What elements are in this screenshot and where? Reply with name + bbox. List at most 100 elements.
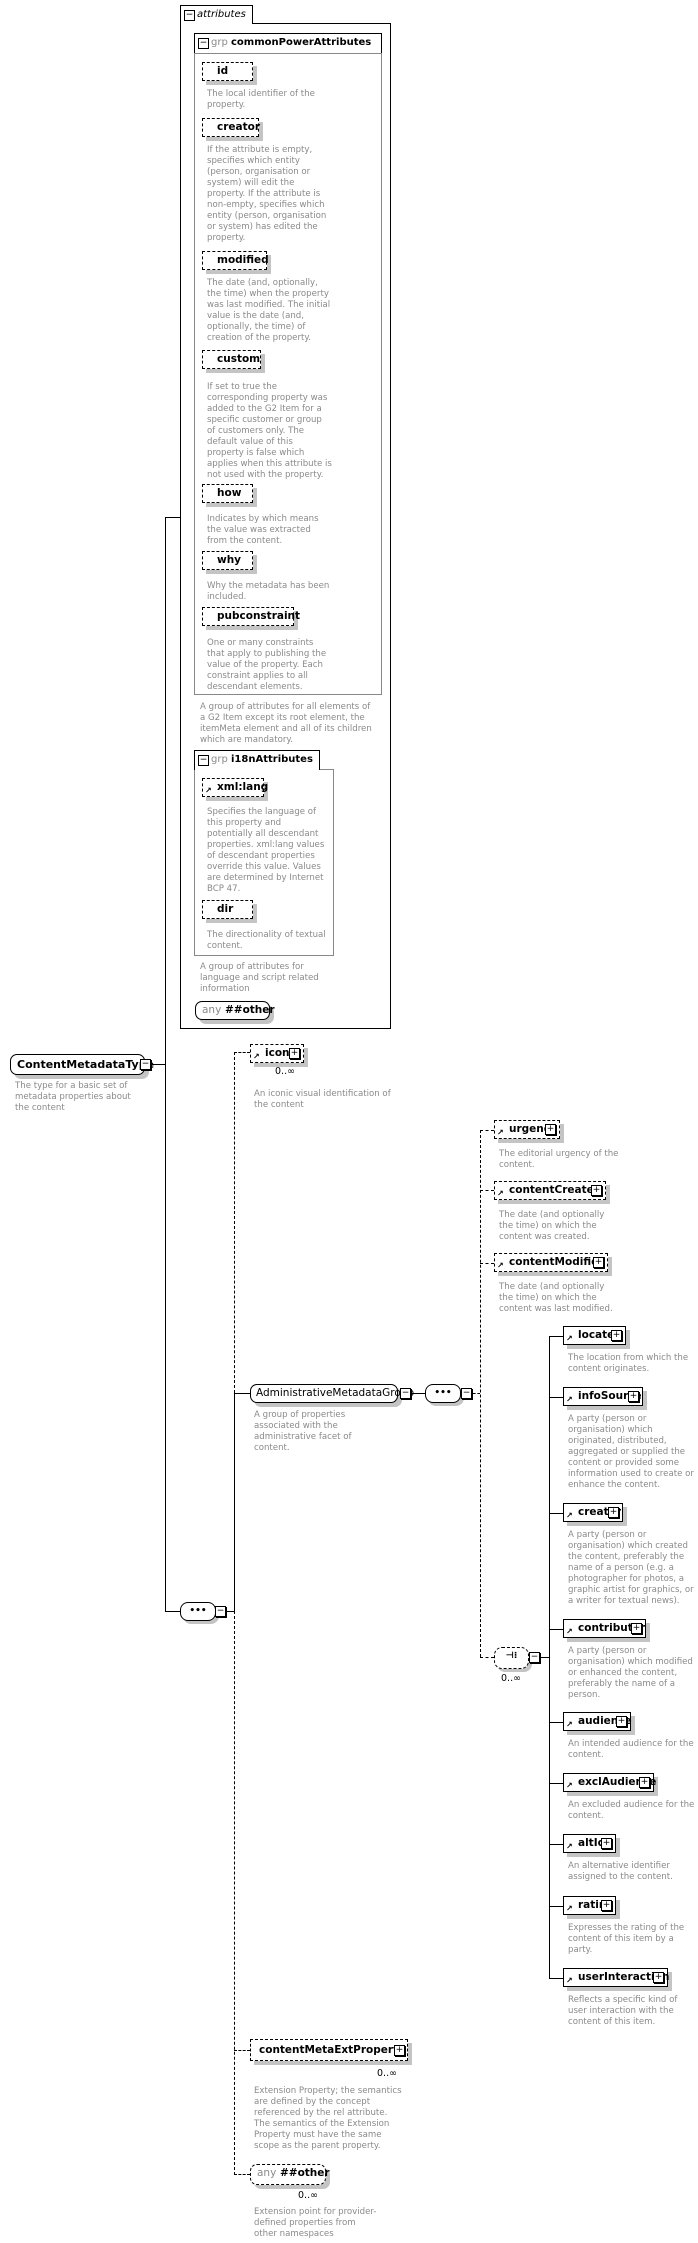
connector [549, 1397, 563, 1398]
connector [480, 1657, 494, 1658]
element-contentMetaExtProperty[interactable]: contentMetaExtProperty + [250, 2039, 408, 2061]
element-creator[interactable]: ↗ creator + [563, 1503, 623, 1522]
element-contentModified[interactable]: ↗ contentModified + [494, 1253, 608, 1272]
altId-desc: An alternative identifier assigned to th… [568, 1861, 673, 1882]
common-power-group-desc: A group of attributes for all elements o… [200, 702, 372, 745]
reference-arrow-icon: ↗ [566, 1627, 573, 1636]
collapse-icon[interactable]: − [215, 1606, 226, 1617]
ext-property-desc: Extension Property; the semantics are de… [254, 2086, 402, 2151]
i18n-group-desc: A group of attributes for language and s… [200, 962, 319, 994]
connector [165, 517, 166, 1611]
expand-icon[interactable]: + [593, 1257, 604, 1268]
collapse-icon[interactable]: − [529, 1652, 540, 1663]
any-other-element[interactable]: any ##other [250, 2164, 330, 2185]
expand-icon[interactable]: + [601, 1838, 612, 1849]
element-located[interactable]: ↗ located + [563, 1326, 626, 1345]
rating-desc: Expresses the rating of the content of t… [568, 1923, 685, 1955]
connector [549, 1336, 563, 1337]
collapse-icon[interactable]: − [198, 38, 209, 49]
expand-icon[interactable]: + [631, 1623, 642, 1634]
collapse-icon[interactable]: − [400, 1388, 411, 1399]
attr-creator[interactable]: creator [202, 118, 260, 137]
connector [165, 517, 180, 518]
connector [473, 1393, 480, 1394]
attr-dir-desc: The directionality of textual content. [207, 930, 326, 951]
reference-arrow-icon: ↗ [566, 1511, 573, 1520]
audience-desc: An intended audience for the content. [568, 1739, 694, 1760]
connector [165, 1611, 180, 1612]
connector [480, 1130, 481, 1657]
connector [227, 1611, 234, 1612]
attr-modified-desc: The date (and, optionally, the time) whe… [207, 278, 331, 343]
attr-modified[interactable]: modified [202, 251, 269, 270]
element-rating[interactable]: ↗ rating + [563, 1896, 616, 1915]
expand-icon[interactable]: + [289, 1048, 300, 1059]
administrative-metadata-group[interactable]: AdministrativeMetadataGroup [250, 1384, 414, 1403]
contributor-desc: A party (person or organisation) which m… [568, 1646, 693, 1700]
attr-creator-desc: If the attribute is empty, specifies whi… [207, 145, 327, 243]
element-userInteraction[interactable]: ↗ userInteraction + [563, 1968, 669, 1987]
connector [234, 1611, 235, 2175]
infoSource-desc: A party (person or organisation) which o… [568, 1414, 694, 1490]
reference-arrow-icon: ↗ [497, 1261, 504, 1270]
occurs: 0..∞ [298, 2190, 318, 2201]
sequence-compositor[interactable]: ••• [180, 1602, 216, 1621]
element-altId[interactable]: ↗ altId + [563, 1834, 616, 1853]
connector [234, 2050, 250, 2051]
userInteraction-desc: Reflects a specific kind of user interac… [568, 1995, 678, 2027]
collapse-icon[interactable]: − [140, 1059, 151, 1070]
connector [549, 1513, 563, 1514]
root-type[interactable]: ContentMetadataType [10, 1054, 154, 1075]
expand-icon[interactable]: + [628, 1391, 639, 1402]
choice-compositor[interactable]: ⊣⁝ [494, 1647, 529, 1669]
any-other-desc: Extension point for provider-defined pro… [254, 2207, 377, 2239]
attr-why[interactable]: why [202, 551, 253, 570]
i18n-group-tab[interactable]: − grp i18nAttributes [194, 750, 320, 770]
expand-icon[interactable]: + [394, 2045, 405, 2056]
element-infoSource[interactable]: ↗ infoSource + [563, 1387, 643, 1406]
attr-xml-lang[interactable]: ↗ xml:lang [202, 778, 268, 797]
collapse-icon[interactable]: − [461, 1388, 472, 1399]
located-desc: The location from which the content orig… [568, 1353, 689, 1374]
collapse-icon[interactable]: − [184, 10, 195, 21]
connector [234, 1393, 250, 1394]
element-contentCreated[interactable]: ↗ contentCreated + [494, 1181, 606, 1200]
attr-id-desc: The local identifier of the property. [207, 89, 315, 110]
element-contributor[interactable]: ↗ contributor + [563, 1619, 646, 1638]
any-other-attribute[interactable]: any ##other [195, 1001, 275, 1020]
element-icon[interactable]: ↗ icon + [250, 1044, 304, 1063]
expand-icon[interactable]: + [616, 1716, 627, 1727]
reference-arrow-icon: ↗ [566, 1781, 573, 1790]
icon-desc: An iconic visual identification of the c… [254, 1089, 391, 1110]
attr-id[interactable]: id [202, 62, 253, 81]
collapse-icon[interactable]: − [198, 755, 209, 766]
expand-icon[interactable]: + [611, 1330, 622, 1341]
reference-arrow-icon: ↗ [497, 1189, 504, 1198]
connector [480, 1130, 494, 1131]
occurs: 0..∞ [275, 1066, 295, 1077]
common-power-group-tab[interactable]: − grp commonPowerAttributes [194, 33, 382, 53]
connector [234, 1052, 235, 1393]
attr-dir[interactable]: dir [202, 900, 253, 919]
attr-why-desc: Why the metadata has been included. [207, 581, 330, 602]
expand-icon[interactable]: + [639, 1777, 650, 1788]
schema-diagram: − attributes − grp commonPowerAttributes i… [0, 0, 698, 2243]
expand-icon[interactable]: + [653, 1972, 664, 1983]
expand-icon[interactable]: + [608, 1507, 619, 1518]
element-audience[interactable]: ↗ audience + [563, 1712, 632, 1731]
connector [480, 1190, 494, 1191]
element-exclAudience[interactable]: ↗ exclAudience + [563, 1773, 656, 1792]
sequence-compositor[interactable]: ••• [425, 1384, 461, 1403]
attr-custom[interactable]: custom [202, 350, 261, 369]
expand-icon[interactable]: + [591, 1185, 602, 1196]
connector [412, 1393, 425, 1394]
attr-how[interactable]: how [202, 484, 253, 503]
element-urgency[interactable]: ↗ urgency + [494, 1120, 560, 1139]
expand-icon[interactable]: + [601, 1900, 612, 1911]
attr-xml-lang-desc: Specifies the language of this property … [207, 807, 325, 894]
attr-pubconstraint[interactable]: pubconstraint [202, 607, 300, 626]
attributes-tab[interactable]: − attributes [180, 5, 253, 24]
connector [549, 1783, 563, 1784]
expand-icon[interactable]: + [545, 1124, 556, 1135]
reference-arrow-icon: ↗ [566, 1842, 573, 1851]
